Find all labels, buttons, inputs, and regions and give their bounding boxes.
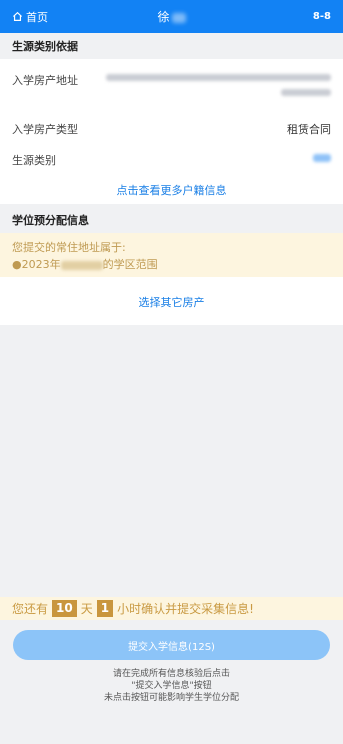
- countdown-days: 10: [52, 600, 77, 617]
- footnote-line2: "提交入学信息"按钮: [131, 681, 212, 691]
- submit-footnote: 请在完成所有信息核验后点击 "提交入学信息"按钮 未点击按钮可能影响学生学位分配: [0, 668, 343, 704]
- more-household-link[interactable]: 点击查看更多户籍信息: [0, 182, 343, 198]
- page-title-text: 徐: [157, 10, 170, 24]
- notice-suffix: 的学区范围: [102, 258, 158, 271]
- notice-line2: ●2023年 的学区范围: [12, 256, 331, 273]
- footnote-line3: 未点击按钮可能影响学生学位分配: [103, 693, 239, 703]
- section-title-allocation: 学位预分配信息: [0, 207, 343, 233]
- row-house-address: 入学房产地址: [0, 72, 343, 96]
- redacted-school: [60, 260, 103, 270]
- countdown-hours: 1: [96, 600, 114, 617]
- row-label: 入学房产地址: [12, 74, 78, 87]
- school-district-notice: 您提交的常住地址属于: ●2023年 的学区范围: [0, 233, 343, 277]
- countdown-suffix: 小时确认并提交采集信息!: [117, 602, 254, 616]
- notice-line1: 您提交的常住地址属于:: [12, 241, 126, 254]
- home-button[interactable]: 首页: [12, 9, 48, 25]
- redacted-category: [313, 152, 331, 165]
- countdown-day-unit: 天: [80, 602, 93, 616]
- header-right-text: 8-8: [312, 11, 331, 22]
- row-label: 入学房产类型: [12, 123, 78, 136]
- redacted-name: [171, 12, 186, 23]
- row-house-type: 入学房产类型 租赁合同: [0, 121, 343, 137]
- row-label: 生源类别: [12, 154, 56, 167]
- page-title: 徐: [0, 8, 343, 25]
- countdown-banner: 您还有 10 天 1 小时确认并提交采集信息!: [0, 597, 343, 620]
- row-student-category: 生源类别: [0, 152, 343, 168]
- countdown-prefix: 您还有: [12, 602, 49, 616]
- home-label: 首页: [26, 10, 48, 24]
- choose-other-property-link[interactable]: 选择其它房产: [0, 294, 343, 310]
- top-header: 首页 徐 8-8: [0, 0, 343, 33]
- section-title-basis: 生源类别依据: [0, 33, 343, 59]
- submit-enrollment-button[interactable]: 提交入学信息(12S): [13, 630, 330, 660]
- notice-prefix: ●2023年: [12, 258, 61, 271]
- footnote-line1: 请在完成所有信息核验后点击: [112, 669, 230, 679]
- home-icon: [12, 11, 23, 21]
- redacted-address: [106, 72, 331, 96]
- row-value: 租赁合同: [287, 123, 331, 136]
